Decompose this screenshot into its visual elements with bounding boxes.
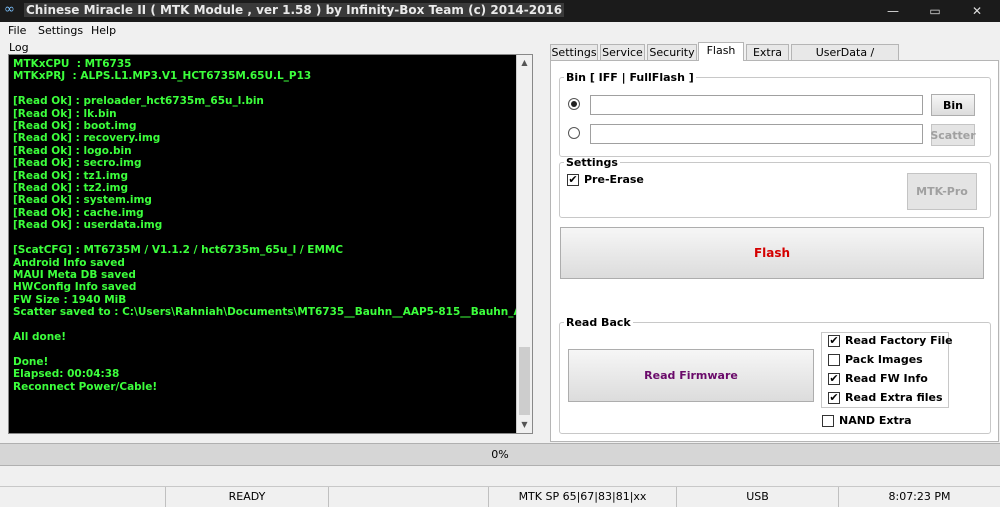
bin-group-title: Bin [ IFF | FullFlash ] [566, 71, 694, 84]
log-panel[interactable]: MTKxCPU : MT6735 MTKxPRJ : ALPS.L1.MP3.V… [8, 54, 533, 434]
read-back-group-title: Read Back [566, 316, 631, 329]
infinity-icon: ∞ [4, 2, 15, 17]
bin-button[interactable]: Bin [931, 94, 975, 116]
nand-extra-checkbox[interactable]: NAND Extra [822, 414, 912, 427]
read-extra-files-check-icon: ✔ [828, 390, 840, 404]
read-fw-info-checkbox[interactable]: ✔ Read FW Info [828, 372, 928, 385]
scatter-button[interactable]: Scatter [930, 124, 976, 146]
pack-images-label: Pack Images [845, 353, 923, 366]
flash-tab-page: Bin [ IFF | FullFlash ] Bin Scatter Sett… [550, 60, 999, 442]
progress-bar: 0% [0, 443, 1000, 466]
log-scrollbar[interactable]: ▲ ▼ [516, 55, 532, 433]
bin-path-input[interactable] [590, 95, 923, 115]
log-label: Log [9, 41, 29, 54]
mtk-pro-button[interactable]: MTK-Pro [907, 173, 977, 210]
read-extra-files-checkbox[interactable]: ✔ Read Extra files [828, 391, 943, 404]
scroll-thumb[interactable] [519, 347, 530, 415]
menu-settings[interactable]: Settings [38, 24, 83, 37]
read-factory-file-checkbox[interactable]: ✔ Read Factory File [828, 334, 953, 347]
tab-flash[interactable]: Flash [698, 42, 744, 61]
pre-erase-checkbox[interactable]: ✔ Pre-Erase [567, 173, 644, 186]
maximize-button[interactable]: ▭ [920, 3, 950, 19]
tab-security[interactable]: Security [647, 44, 697, 61]
bin-radio[interactable] [568, 98, 580, 110]
status-connection: USB [676, 487, 838, 507]
nand-extra-label: NAND Extra [839, 414, 912, 427]
progress-label: 0% [491, 448, 509, 461]
menu-file[interactable]: File [8, 24, 26, 37]
tab-service[interactable]: Service [600, 44, 645, 61]
pack-images-checkbox[interactable]: Pack Images [828, 353, 923, 366]
pre-erase-check-icon: ✔ [567, 172, 579, 186]
window-title: Chinese Miracle II ( MTK Module , ver 1.… [24, 3, 565, 17]
nand-extra-check-icon [822, 414, 834, 427]
right-panel: Settings Service Security Flash Extra Us… [545, 42, 1000, 442]
read-firmware-button[interactable]: Read Firmware [568, 349, 814, 402]
close-button[interactable]: ✕ [962, 3, 992, 19]
secondary-bar [0, 467, 1000, 487]
tab-userdata-forensic[interactable]: UserData / Forensic [791, 44, 899, 74]
tab-extra[interactable]: Extra [746, 44, 789, 61]
status-cell-empty [0, 487, 165, 507]
read-factory-file-check-icon: ✔ [828, 333, 840, 347]
pack-images-check-icon [828, 353, 840, 366]
minimize-button[interactable]: — [878, 3, 908, 19]
title-bar: ∞ Chinese Miracle II ( MTK Module , ver … [0, 0, 1000, 22]
status-state: READY [165, 487, 328, 507]
status-bar: READY MTK SP 65|67|83|81|xx USB 8:07:23 … [0, 487, 1000, 507]
status-platform: MTK SP 65|67|83|81|xx [488, 487, 676, 507]
read-fw-info-check-icon: ✔ [828, 371, 840, 385]
read-extra-files-label: Read Extra files [845, 391, 943, 404]
pre-erase-label: Pre-Erase [584, 173, 644, 186]
read-fw-info-label: Read FW Info [845, 372, 928, 385]
status-time: 8:07:23 PM [838, 487, 1000, 507]
scatter-path-input[interactable] [590, 124, 923, 144]
log-text: MTKxCPU : MT6735 MTKxPRJ : ALPS.L1.MP3.V… [13, 58, 516, 393]
settings-group-title: Settings [566, 156, 618, 169]
menu-help[interactable]: Help [91, 24, 116, 37]
scroll-up-icon[interactable]: ▲ [517, 55, 532, 71]
status-cell-blank [328, 487, 488, 507]
tab-settings[interactable]: Settings [550, 44, 598, 61]
flash-button[interactable]: Flash [560, 227, 984, 279]
menu-bar: File Settings Help [0, 22, 1000, 40]
scatter-radio[interactable] [568, 127, 580, 139]
read-factory-file-label: Read Factory File [845, 334, 953, 347]
scroll-down-icon[interactable]: ▼ [517, 417, 532, 433]
